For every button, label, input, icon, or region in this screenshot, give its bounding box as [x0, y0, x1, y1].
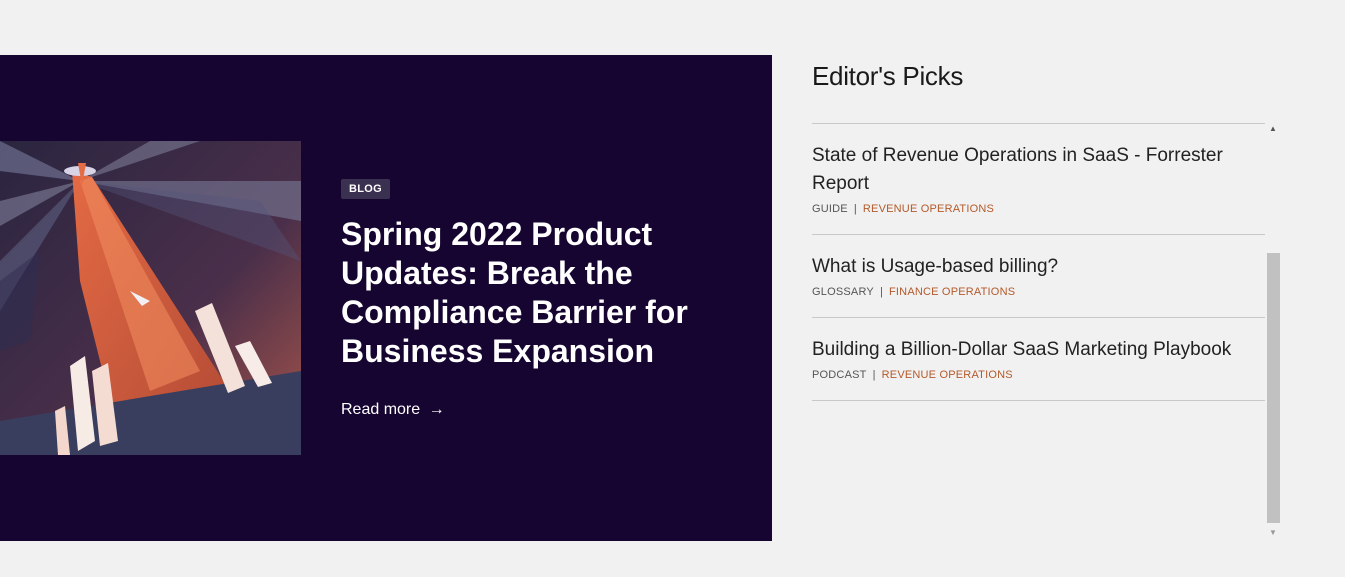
pick-title[interactable]: What is Usage-based billing?	[812, 253, 1265, 281]
pick-meta: GUIDE | REVENUE OPERATIONS	[812, 202, 1265, 216]
pick-title[interactable]: State of Revenue Operations in SaaS - Fo…	[812, 142, 1265, 198]
meta-separator: |	[879, 286, 883, 298]
meta-separator: |	[853, 203, 857, 215]
scroll-up-icon[interactable]: ▲	[1266, 123, 1280, 135]
featured-article-title[interactable]: Spring 2022 Product Updates: Break the C…	[341, 215, 741, 371]
content-type-badge: BLOG	[341, 179, 390, 199]
scrollbar[interactable]: ▲ ▼	[1266, 123, 1280, 541]
pick-meta: PODCAST | REVENUE OPERATIONS	[812, 368, 1265, 382]
pick-category-link[interactable]: REVENUE OPERATIONS	[882, 369, 1013, 381]
featured-article-text: BLOG Spring 2022 Product Updates: Break …	[341, 179, 741, 419]
page: BLOG Spring 2022 Product Updates: Break …	[0, 0, 1345, 577]
scrollbar-thumb[interactable]	[1267, 253, 1280, 523]
meta-separator: |	[872, 369, 876, 381]
pick-type: PODCAST	[812, 369, 867, 381]
read-more-link[interactable]: Read more →	[341, 401, 445, 419]
pick-category-link[interactable]: REVENUE OPERATIONS	[863, 203, 994, 215]
pick-meta: GLOSSARY | FINANCE OPERATIONS	[812, 285, 1265, 299]
pick-title[interactable]: Building a Billion-Dollar SaaS Marketing…	[812, 336, 1265, 364]
read-more-label: Read more	[341, 401, 421, 418]
featured-article[interactable]: BLOG Spring 2022 Product Updates: Break …	[0, 55, 772, 541]
rocket-illustration[interactable]	[0, 141, 301, 455]
list-item[interactable]: Building a Billion-Dollar SaaS Marketing…	[812, 318, 1265, 401]
arrow-right-icon: →	[428, 401, 445, 418]
pick-type: GLOSSARY	[812, 286, 874, 298]
scroll-down-icon[interactable]: ▼	[1266, 527, 1280, 539]
list-item[interactable]: State of Revenue Operations in SaaS - Fo…	[812, 124, 1265, 235]
pick-category-link[interactable]: FINANCE OPERATIONS	[889, 286, 1015, 298]
editors-picks-heading: Editor's Picks	[812, 61, 964, 91]
editors-picks-list: State of Revenue Operations in SaaS - Fo…	[812, 123, 1265, 401]
editors-picks: Editor's Picks State of Revenue Operatio…	[812, 55, 1282, 541]
list-item[interactable]: What is Usage-based billing? GLOSSARY | FI…	[812, 235, 1265, 318]
pick-type: GUIDE	[812, 203, 848, 215]
